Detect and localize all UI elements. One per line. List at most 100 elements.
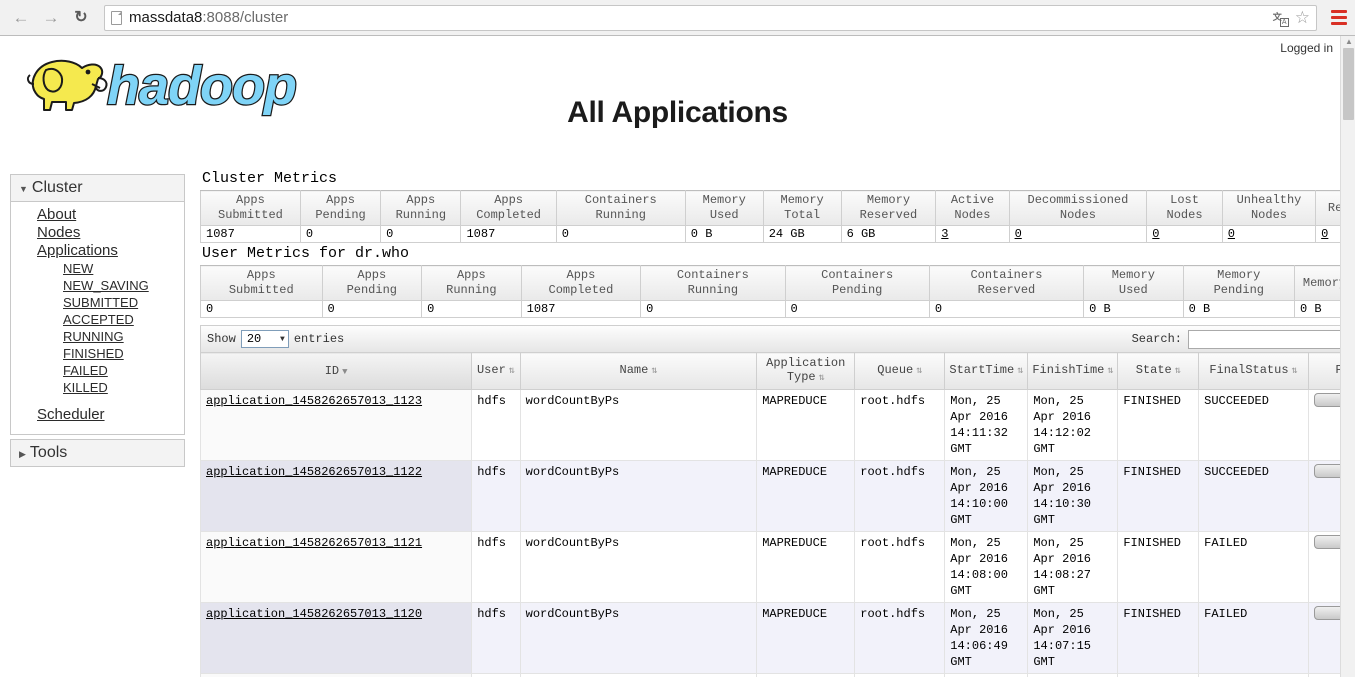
search-label: Search: <box>1131 332 1182 346</box>
cell-user: hdfs <box>471 602 521 674</box>
table-row: application_1458262657013_1120 hdfs wordCo… <box>199 602 1355 674</box>
column-header-state[interactable]: State ⇅ <box>1117 352 1200 390</box>
cell-application-id[interactable]: application_1458262657013_1123 <box>199 389 473 461</box>
table-row: application_1458262657013_1119hdfswordCo… <box>199 673 1355 677</box>
cell-name: wordCountByPs <box>519 602 758 674</box>
sidebar-item-applications[interactable]: Applications <box>11 242 184 260</box>
metric-header: Decommissioned Nodes <box>1008 190 1148 226</box>
metric-value-link[interactable]: 0 <box>1321 227 1328 241</box>
metric-header: Memory Used <box>1083 265 1184 301</box>
metric-value-link[interactable]: 3 <box>941 227 948 241</box>
search-input[interactable] <box>1188 329 1348 349</box>
column-header-finishtime[interactable]: FinishTime ⇅ <box>1027 352 1119 390</box>
forward-arrow-icon[interactable]: → <box>38 5 64 31</box>
cell-start-time: Mon, 25 Apr 2016 14:10:00 GMT <box>944 460 1029 532</box>
cell-final-status: SUCCEEDED <box>1198 460 1309 532</box>
show-label: Show <box>207 332 236 346</box>
page-document-icon <box>111 10 122 25</box>
sidebar-item-new-saving[interactable]: NEW_SAVING <box>11 277 184 294</box>
application-id-link[interactable]: application_1458262657013_1121 <box>206 536 422 550</box>
reload-icon[interactable]: ↻ <box>68 5 94 31</box>
cell-state: FINISHED <box>1117 602 1200 674</box>
back-arrow-icon[interactable]: ← <box>8 5 34 31</box>
column-header-user[interactable]: User ⇅ <box>471 352 521 390</box>
metric-value: 0 <box>299 225 382 243</box>
translate-icon[interactable]: 文A <box>1273 10 1289 27</box>
column-header-name[interactable]: Name ⇅ <box>519 352 758 390</box>
sidebar-item-nodes[interactable]: Nodes <box>11 224 184 242</box>
sidebar-item-finished[interactable]: FINISHED <box>11 345 184 362</box>
sidebar-section-cluster[interactable]: ▼ Cluster <box>10 174 185 202</box>
cell-application-id[interactable]: application_1458262657013_1120 <box>199 602 473 674</box>
table-row: application_1458262657013_1123 hdfs wordCo… <box>199 389 1355 461</box>
application-id-link[interactable]: application_1458262657013_1122 <box>206 465 422 479</box>
hamburger-menu-icon[interactable] <box>1325 10 1347 25</box>
column-header-application-type[interactable]: Application Type ⇅ <box>756 352 856 390</box>
cell-queue: root.hdfs <box>854 531 946 603</box>
metric-value[interactable]: 0 <box>1146 225 1223 243</box>
column-header-queue[interactable]: Queue ⇅ <box>854 352 946 390</box>
cell-name: wordCountByPs <box>519 673 758 677</box>
metric-value: 0 <box>640 300 786 318</box>
application-id-link[interactable]: application_1458262657013_1120 <box>206 607 422 621</box>
metric-value-link[interactable]: 0 <box>1228 227 1235 241</box>
sidebar-item-new[interactable]: NEW <box>11 260 184 277</box>
metric-header: Containers Pending <box>784 265 930 301</box>
cell-queue: root.hdfs <box>854 602 946 674</box>
cell-name: wordCountByPs <box>519 460 758 532</box>
column-header-id[interactable]: ID ▼ <box>199 352 473 390</box>
sort-both-icon: ⇅ <box>818 373 825 384</box>
star-icon[interactable]: ☆ <box>1295 9 1310 26</box>
metric-value: 0 <box>321 300 423 318</box>
page-length-select[interactable]: 20 ▼ <box>240 330 289 348</box>
sidebar-item-submitted[interactable]: SUBMITTED <box>11 294 184 311</box>
address-bar[interactable]: massdata8:8088/cluster 文A ☆ <box>104 4 1317 31</box>
column-header-finalstatus[interactable]: FinalStatus ⇅ <box>1198 352 1309 390</box>
address-bar-host: massdata8 <box>129 9 203 26</box>
cell-name: wordCountByPs <box>519 389 758 461</box>
sidebar-item-killed[interactable]: KILLED <box>11 379 184 396</box>
cell-user: hdfs <box>471 460 521 532</box>
application-id-link[interactable]: application_1458262657013_1123 <box>206 394 422 408</box>
cell-application-id[interactable]: application_1458262657013_1122 <box>199 460 473 532</box>
page-title: All Applications <box>567 96 788 129</box>
metric-header: Active Nodes <box>935 190 1010 226</box>
vertical-scrollbar[interactable]: ▲ <box>1340 36 1355 677</box>
datatable-toolbar: Show 20 ▼ entries Search: <box>200 325 1355 352</box>
metric-value: 6 GB <box>840 225 937 243</box>
cluster-metrics-table: Apps Submitted Apps Pending Apps Running Apps C… <box>200 190 1355 243</box>
metric-value[interactable]: 0 <box>1008 225 1148 243</box>
cell-application-id[interactable]: application_1458262657013_1119 <box>199 673 473 677</box>
metric-value-link[interactable]: 0 <box>1015 227 1022 241</box>
cell-finish-time: Mon, 25 Apr 2016 14:08:27 GMT <box>1027 531 1119 603</box>
metric-value: 1087 <box>200 225 301 243</box>
column-header-starttime[interactable]: StartTime ⇅ <box>944 352 1029 390</box>
cell-final-status: SUCCEEDED <box>1198 389 1309 461</box>
cell-finish-time: Mon, 25 Apr 2016 14:12:02 GMT <box>1027 389 1119 461</box>
sidebar-section-tools[interactable]: ▶ Tools <box>10 439 185 467</box>
cell-queue: root.hdfs <box>854 673 946 677</box>
metric-header: Apps Running <box>421 265 522 301</box>
sidebar-item-running[interactable]: RUNNING <box>11 328 184 345</box>
logged-in-status: Logged in <box>1280 41 1333 55</box>
metric-value: 0 <box>421 300 522 318</box>
main-content: Cluster Metrics Apps Submitted Apps Pending… <box>199 170 1355 677</box>
scroll-up-arrow-icon[interactable]: ▲ <box>1345 37 1353 46</box>
sidebar-item-scheduler[interactable]: Scheduler <box>11 406 184 424</box>
scrollbar-thumb[interactable] <box>1343 48 1354 120</box>
page-body: ▲ Logged in hadoop All Applications ▼ Cl… <box>0 36 1355 677</box>
metric-value[interactable]: 3 <box>935 225 1010 243</box>
cell-application-id[interactable]: application_1458262657013_1121 <box>199 531 473 603</box>
metric-value: 0 B <box>684 225 764 243</box>
metric-value: 0 <box>555 225 686 243</box>
cell-application-type: MAPREDUCE <box>756 460 856 532</box>
metric-value-link[interactable]: 0 <box>1152 227 1159 241</box>
sidebar-item-accepted[interactable]: ACCEPTED <box>11 311 184 328</box>
cell-application-type: MAPREDUCE <box>756 602 856 674</box>
metric-value[interactable]: 0 <box>1221 225 1317 243</box>
metric-value: 1087 <box>460 225 557 243</box>
sidebar-item-about[interactable]: About <box>11 206 184 224</box>
table-row: application_1458262657013_1122 hdfs wordCo… <box>199 460 1355 532</box>
sidebar-item-failed[interactable]: FAILED <box>11 362 184 379</box>
cell-state: FINISHED <box>1117 389 1200 461</box>
